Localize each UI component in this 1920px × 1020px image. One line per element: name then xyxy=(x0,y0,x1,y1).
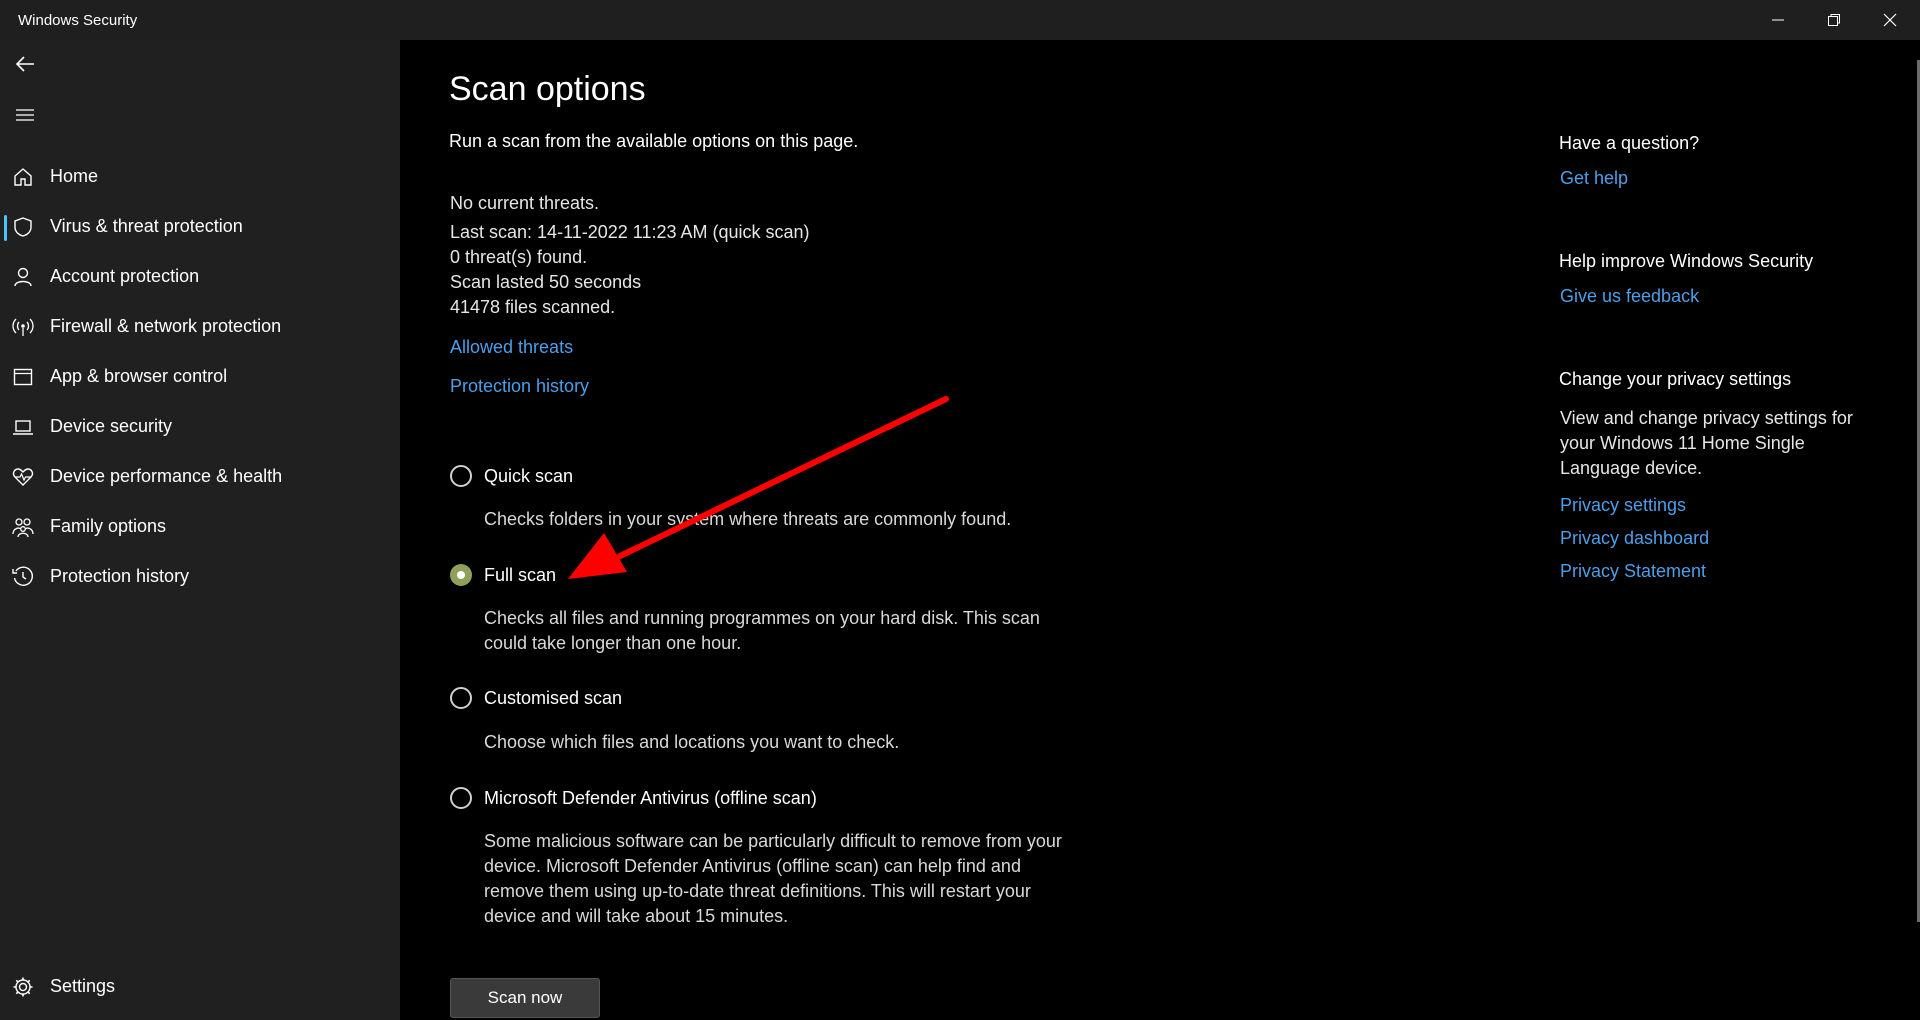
shield-icon xyxy=(12,216,34,238)
sidebar-item-account-protection[interactable]: Account protection xyxy=(0,254,400,298)
privacy-settings-heading: Change your privacy settings xyxy=(1559,369,1792,389)
privacy-dashboard-link[interactable]: Privacy dashboard xyxy=(1560,528,1709,549)
help-improve-heading: Help improve Windows Security xyxy=(1559,251,1814,271)
heart-pulse-icon xyxy=(12,466,34,488)
restore-button[interactable] xyxy=(1806,0,1862,40)
customised-scan-radio[interactable] xyxy=(450,687,472,709)
sidebar-item-virus-threat-protection[interactable]: Virus & threat protection xyxy=(0,204,400,248)
sidebar-item-app-browser-control[interactable]: App & browser control xyxy=(0,354,400,398)
full-scan-description: Checks all files and running programmes … xyxy=(484,608,1040,653)
sidebar-item-label: App & browser control xyxy=(50,366,228,386)
offline-scan-description: Some malicious software can be particula… xyxy=(484,831,1062,926)
sidebar-item-label: Device performance & health xyxy=(50,466,283,486)
quick-scan-radio[interactable] xyxy=(450,465,472,487)
full-scan-radio[interactable] xyxy=(450,564,472,586)
sidebar-item-protection-history[interactable]: Protection history xyxy=(0,554,400,598)
customised-scan-label: Customised scan xyxy=(484,688,623,708)
close-button[interactable] xyxy=(1862,0,1918,40)
quick-scan-description: Checks folders in your system where thre… xyxy=(484,509,1012,529)
sidebar-item-device-security[interactable]: Device security xyxy=(0,404,400,448)
laptop-icon xyxy=(12,416,34,438)
sidebar-item-label: Home xyxy=(50,166,99,186)
gear-icon xyxy=(12,976,34,998)
full-scan-label: Full scan xyxy=(484,565,557,585)
quick-scan-label: Quick scan xyxy=(484,466,574,486)
scan-now-button[interactable]: Scan now xyxy=(450,978,600,1018)
minimize-button[interactable] xyxy=(1750,0,1806,40)
sidebar-item-device-performance-health[interactable]: Device performance & health xyxy=(0,454,400,498)
sidebar-item-firewall-network[interactable]: Firewall & network protection xyxy=(0,304,400,348)
menu-button[interactable] xyxy=(10,100,40,130)
protection-history-link[interactable]: Protection history xyxy=(450,376,589,397)
person-icon xyxy=(12,266,34,288)
sidebar-item-label: Family options xyxy=(50,516,167,536)
antenna-icon xyxy=(12,316,34,338)
scan-duration: Scan lasted 50 seconds xyxy=(450,272,642,292)
close-icon xyxy=(1883,13,1897,27)
offline-scan-radio[interactable] xyxy=(450,787,472,809)
privacy-settings-link[interactable]: Privacy settings xyxy=(1560,495,1686,516)
privacy-description: View and change privacy settings for you… xyxy=(1560,408,1853,478)
threat-status: No current threats. xyxy=(450,193,600,213)
last-scan-info: Last scan: 14-11-2022 11:23 AM (quick sc… xyxy=(450,222,810,242)
back-arrow-icon xyxy=(15,56,34,72)
history-icon xyxy=(12,566,34,588)
page-subtitle: Run a scan from the available options on… xyxy=(449,131,859,151)
sidebar: Home Virus & threat protection Account p… xyxy=(0,40,400,1020)
sidebar-item-settings[interactable]: Settings xyxy=(0,964,400,1008)
app-title: Windows Security xyxy=(18,12,138,29)
hamburger-menu-icon xyxy=(16,109,34,121)
customised-scan-description: Choose which files and locations you wan… xyxy=(484,732,900,752)
files-scanned: 41478 files scanned. xyxy=(450,297,616,317)
title-bar: Windows Security xyxy=(0,0,1920,40)
sidebar-item-label: Protection history xyxy=(50,566,190,586)
minimize-icon xyxy=(1772,19,1784,21)
sidebar-item-label: Account protection xyxy=(50,266,200,286)
family-icon xyxy=(12,516,34,538)
offline-scan-label: Microsoft Defender Antivirus (offline sc… xyxy=(484,788,817,808)
sidebar-item-family-options[interactable]: Family options xyxy=(0,504,400,548)
sidebar-item-home[interactable]: Home xyxy=(0,154,400,198)
sidebar-item-label: Virus & threat protection xyxy=(50,216,243,236)
back-button[interactable] xyxy=(10,49,40,79)
allowed-threats-link[interactable]: Allowed threats xyxy=(450,337,573,358)
home-icon xyxy=(12,166,34,188)
have-question-heading: Have a question? xyxy=(1559,133,1700,153)
restore-icon xyxy=(1828,14,1840,26)
sidebar-item-label: Device security xyxy=(50,416,173,436)
sidebar-item-label: Settings xyxy=(50,976,116,996)
privacy-statement-link[interactable]: Privacy Statement xyxy=(1560,561,1706,582)
sidebar-item-label: Firewall & network protection xyxy=(50,316,282,336)
main-content: Scan options Run a scan from the availab… xyxy=(400,40,1920,1020)
app-window-icon xyxy=(12,366,34,388)
threats-found: 0 threat(s) found. xyxy=(450,247,588,267)
give-feedback-link[interactable]: Give us feedback xyxy=(1560,286,1699,307)
get-help-link[interactable]: Get help xyxy=(1560,168,1628,189)
page-title: Scan options xyxy=(449,70,646,108)
